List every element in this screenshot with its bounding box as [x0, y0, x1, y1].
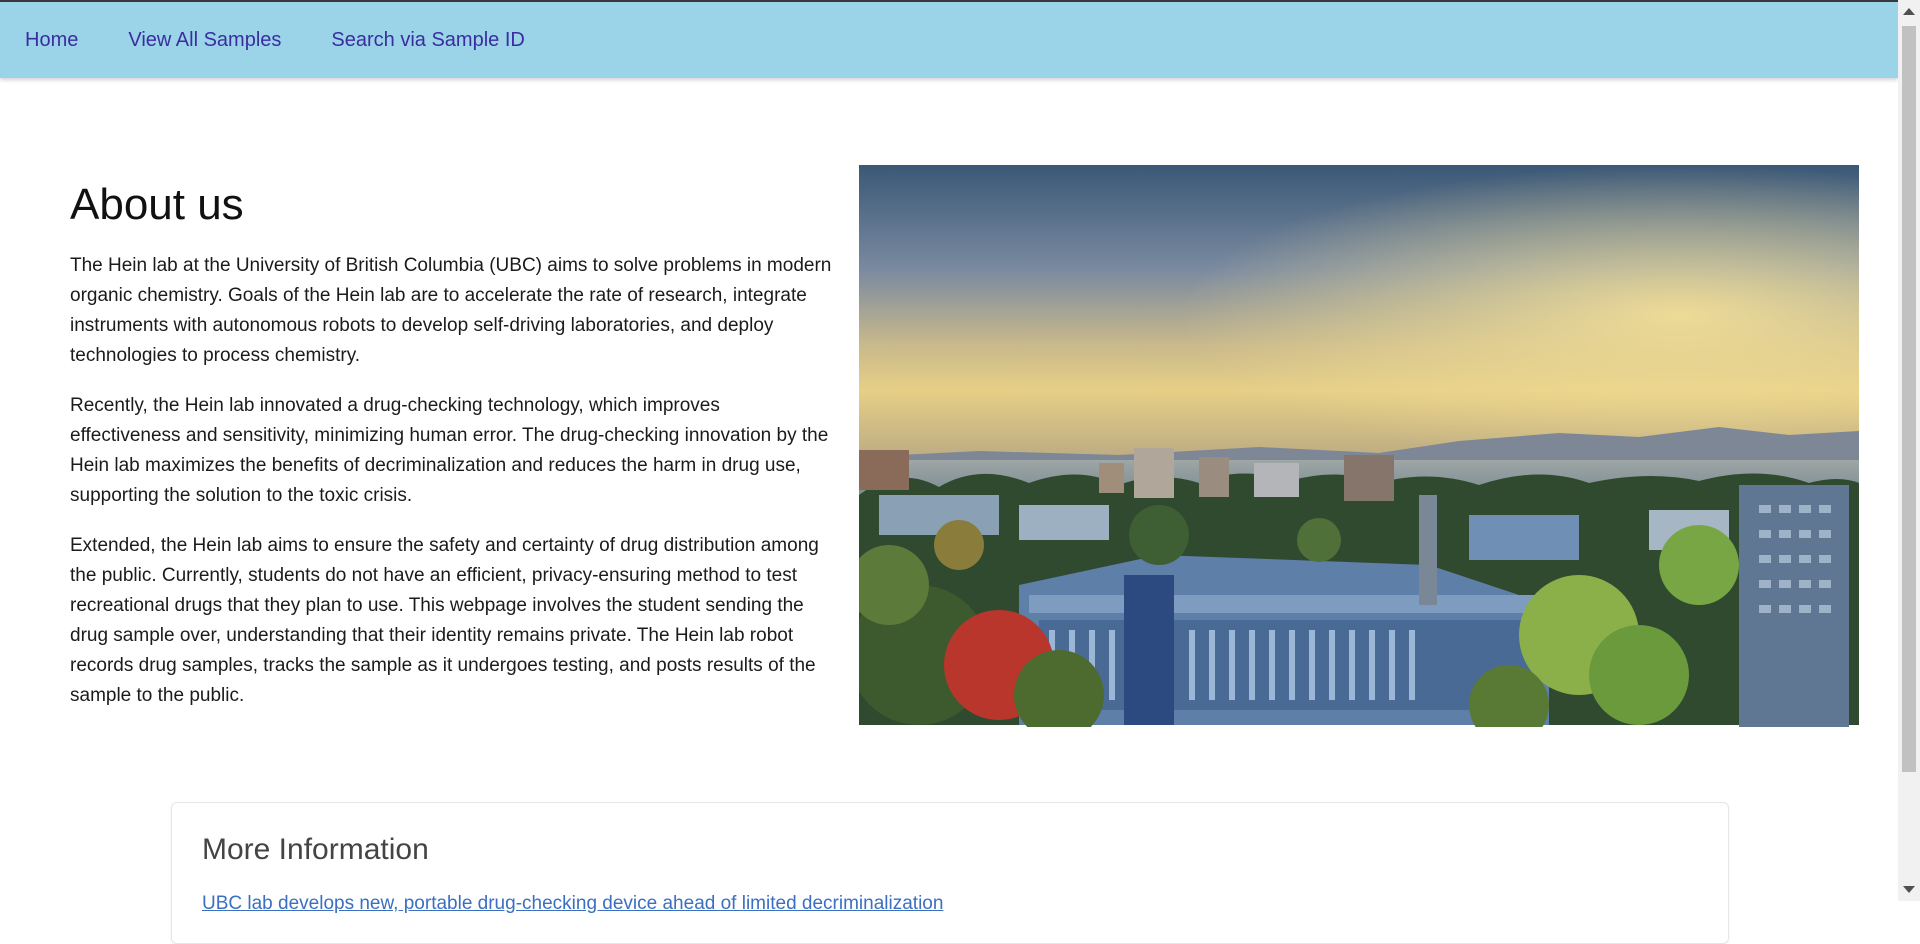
nav-home-link[interactable]: Home — [25, 29, 78, 52]
news-article-link[interactable]: UBC lab develops new, portable drug-chec… — [202, 893, 943, 915]
more-information-title: More Information — [202, 833, 429, 866]
scrollbar-thumb[interactable] — [1902, 26, 1916, 772]
about-section: About us The Hein lab at the University … — [70, 175, 832, 731]
nav-search-sample-id-link[interactable]: Search via Sample ID — [331, 29, 524, 52]
about-paragraph-1: The Hein lab at the University of Britis… — [70, 255, 832, 366]
vertical-scrollbar[interactable] — [1898, 0, 1920, 901]
more-information-card: More Information UBC lab develops new, p… — [171, 802, 1729, 944]
about-paragraph-2: Recently, the Hein lab innovated a drug-… — [70, 395, 829, 506]
nav-view-all-samples-link[interactable]: View All Samples — [128, 29, 281, 52]
top-navbar: Home View All Samples Search via Sample … — [0, 2, 1898, 78]
about-title: About us — [70, 180, 244, 229]
ubc-campus-image — [859, 165, 1859, 727]
scroll-up-arrow-icon[interactable] — [1903, 8, 1915, 15]
scroll-down-arrow-icon[interactable] — [1903, 886, 1915, 893]
about-paragraph-3: Extended, the Hein lab aims to ensure th… — [70, 535, 819, 706]
